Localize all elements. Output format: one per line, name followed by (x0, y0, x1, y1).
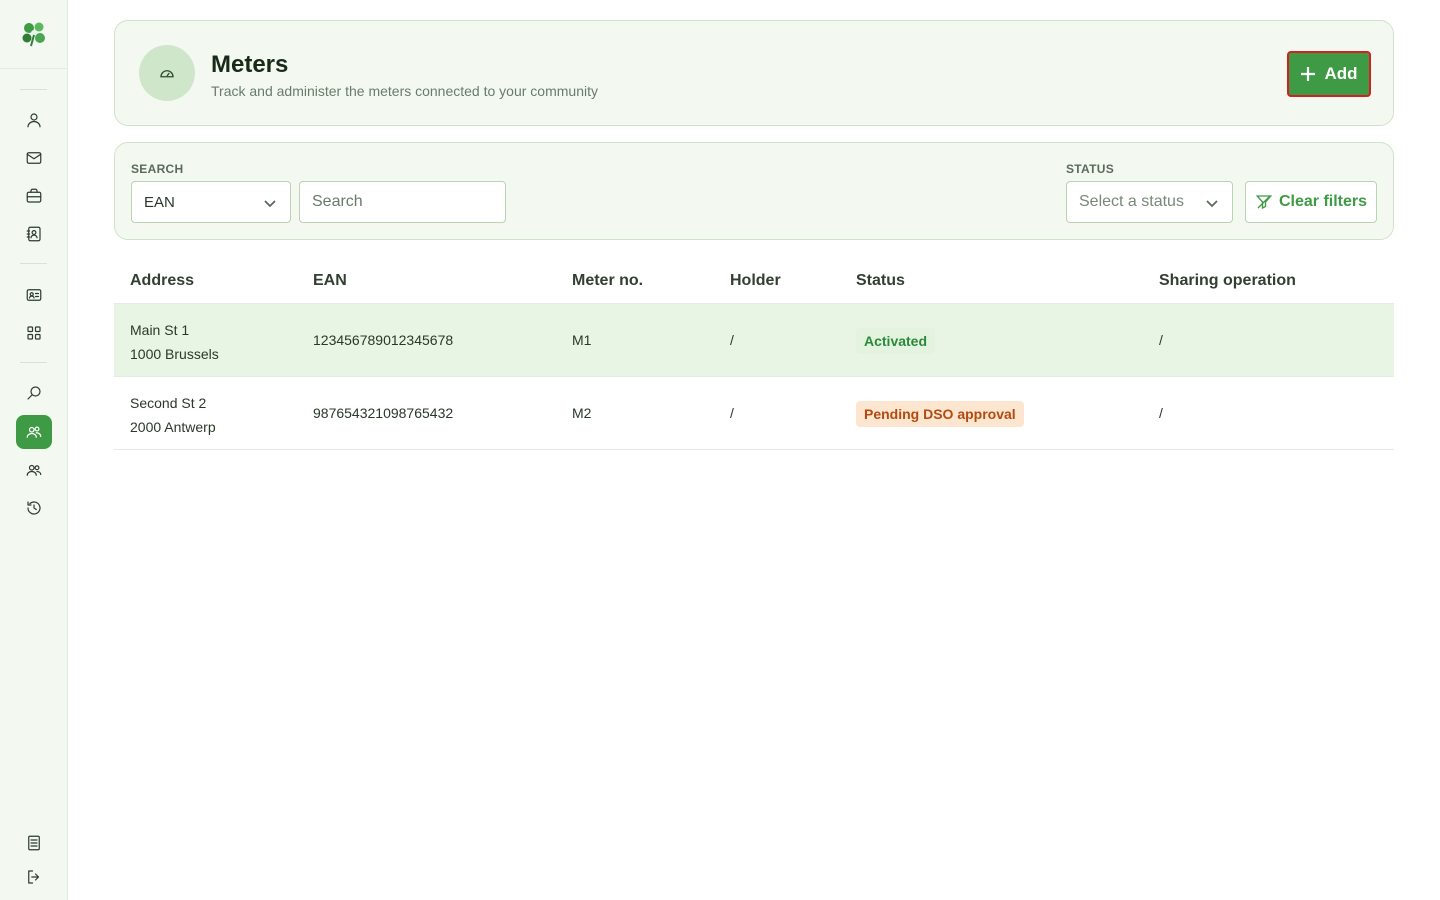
filter-clear-icon (1255, 195, 1273, 210)
clear-filters-label: Clear filters (1278, 193, 1368, 210)
status-select-placeholder: Select a status (1079, 193, 1184, 210)
sidebar-divider (20, 362, 47, 363)
table-header: Address EAN Meter no. Holder Status Shar… (114, 256, 1394, 304)
clear-filters-button[interactable]: Clear filters (1245, 181, 1377, 223)
search-input[interactable] (299, 181, 506, 223)
add-button[interactable]: Add (1287, 51, 1371, 97)
column-header-ean[interactable]: EAN (313, 272, 347, 290)
status-label: STATUS (1066, 162, 1115, 176)
plus-icon (1301, 67, 1316, 81)
id-card-icon (26, 289, 42, 301)
sidebar-item-logout[interactable] (16, 860, 52, 894)
status-select[interactable]: Select a status (1066, 181, 1233, 223)
history-icon (27, 501, 41, 515)
sharing-operation-cell: / (1159, 405, 1163, 421)
sidebar-item-history[interactable] (16, 491, 52, 525)
filter-panel: SEARCH EAN STATUS Select a status Clear … (114, 142, 1394, 240)
sidebar-item-id-card[interactable] (16, 278, 52, 312)
sidebar-item-mail[interactable] (16, 141, 52, 175)
meter-no-cell: M2 (572, 405, 592, 421)
logout-icon (28, 870, 40, 884)
address-line2: 1000 Brussels (130, 346, 219, 362)
holder-cell: / (730, 332, 734, 348)
address-line1: Main St 1 (130, 322, 190, 338)
sidebar-item-documents[interactable] (16, 826, 52, 860)
briefcase-icon (26, 188, 42, 203)
chevron-down-icon (264, 200, 276, 208)
mail-icon (26, 152, 42, 164)
search-label: SEARCH (131, 162, 184, 176)
address-line2: 2000 Antwerp (130, 419, 216, 435)
column-header-sharing-operation[interactable]: Sharing operation (1159, 272, 1296, 290)
column-header-address[interactable]: Address (130, 272, 194, 290)
sidebar-item-grid[interactable] (16, 316, 52, 350)
address-line1: Second St 2 (130, 395, 207, 411)
user-icon (27, 113, 41, 128)
column-header-status[interactable]: Status (856, 272, 905, 290)
sidebar-item-community[interactable] (16, 415, 52, 449)
sidebar-divider (20, 89, 47, 90)
ean-cell: 123456789012345678 (313, 332, 454, 348)
sidebar-item-profile[interactable] (16, 103, 52, 137)
page-title: Meters (211, 51, 289, 78)
status-badge: Activated (856, 328, 936, 354)
ean-cell: 987654321098765432 (313, 405, 454, 421)
community-icon (26, 426, 42, 438)
page-subtitle: Track and administer the meters connecte… (211, 83, 598, 99)
users-icon (26, 464, 42, 476)
sidebar-item-briefcase[interactable] (16, 179, 52, 213)
grid-icon (27, 326, 41, 340)
meters-table: Address EAN Meter no. Holder Status Shar… (114, 256, 1394, 450)
sidebar-divider (0, 68, 68, 69)
sidebar-item-users[interactable] (16, 453, 52, 487)
column-header-meter-no[interactable]: Meter no. (572, 272, 643, 290)
holder-cell: / (730, 405, 734, 421)
sidebar-divider (20, 263, 47, 264)
table-row[interactable]: Main St 1 1000 Brussels 1234567890123456… (114, 304, 1394, 377)
column-header-holder[interactable]: Holder (730, 272, 781, 290)
search-field-value: EAN (144, 193, 175, 211)
document-icon (28, 835, 40, 851)
chevron-down-icon (1206, 200, 1218, 208)
sidebar-item-search[interactable] (16, 376, 52, 410)
page-header: Meters Track and administer the meters c… (114, 20, 1394, 126)
gauge-icon (139, 45, 195, 101)
table-row[interactable]: Second St 2 2000 Antwerp 987654321098765… (114, 377, 1394, 450)
contact-book-icon (26, 226, 41, 242)
add-button-label: Add (1324, 64, 1358, 83)
sharing-operation-cell: / (1159, 332, 1163, 348)
search-icon (27, 386, 41, 400)
status-badge: Pending DSO approval (856, 401, 1024, 427)
search-field-select[interactable]: EAN (131, 181, 291, 223)
meter-no-cell: M1 (572, 332, 592, 348)
sidebar (0, 0, 68, 900)
logo-icon[interactable] (18, 18, 50, 50)
sidebar-item-contacts[interactable] (16, 217, 52, 251)
